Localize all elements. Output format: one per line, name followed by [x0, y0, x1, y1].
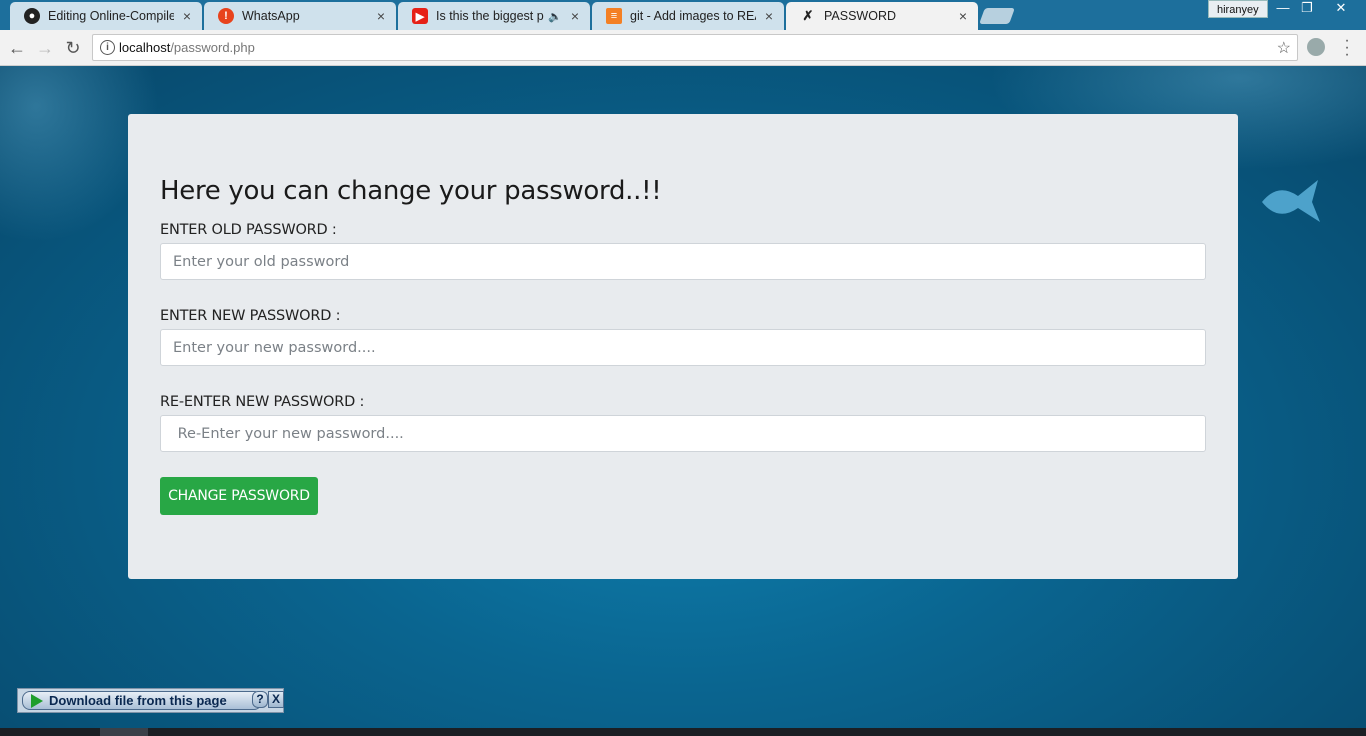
browser-toolbar: ← → ↻ i localhost/password.php ☆ · · ·: [0, 30, 1366, 66]
close-icon[interactable]: ×: [762, 8, 776, 24]
back-icon[interactable]: ←: [6, 37, 28, 59]
close-icon[interactable]: X: [268, 691, 284, 708]
password-card: Here you can change your password..!! EN…: [128, 114, 1238, 579]
taskbar: [0, 728, 1366, 736]
reload-icon[interactable]: ↻: [62, 37, 84, 59]
new-password-label: ENTER NEW PASSWORD :: [160, 308, 341, 324]
old-password-field[interactable]: [160, 243, 1206, 280]
tab-github[interactable]: ● Editing Online-Compiler/ ×: [10, 2, 202, 30]
extension-icon[interactable]: [1307, 38, 1325, 56]
tab-youtube[interactable]: ▶ Is this the biggest pro 🔈 ×: [398, 2, 590, 30]
close-icon[interactable]: ×: [568, 8, 582, 24]
download-bar: Download file from this page ? X: [17, 688, 284, 713]
info-icon[interactable]: i: [100, 40, 115, 55]
page-background: Here you can change your password..!! EN…: [0, 66, 1366, 728]
profile-button[interactable]: hiranyey: [1208, 0, 1268, 18]
speaker-icon[interactable]: 🔈: [548, 10, 562, 23]
change-password-button[interactable]: CHANGE PASSWORD: [160, 477, 318, 515]
youtube-icon: ▶: [412, 8, 428, 24]
tab-title: Editing Online-Compiler/: [48, 9, 174, 23]
whatsapp-icon: !: [218, 8, 234, 24]
tab-title: WhatsApp: [242, 9, 300, 23]
help-icon[interactable]: ?: [252, 691, 268, 708]
download-label: Download file from this page: [49, 693, 227, 708]
window-close-icon[interactable]: ✕: [1328, 0, 1354, 18]
tab-strip: ● Editing Online-Compiler/ × ! WhatsApp …: [0, 0, 1366, 30]
play-icon: [31, 694, 43, 708]
tab-title: Is this the biggest pro: [436, 9, 545, 23]
old-password-label: ENTER OLD PASSWORD :: [160, 222, 337, 238]
close-icon[interactable]: ×: [180, 8, 194, 24]
confirm-password-field[interactable]: [160, 415, 1206, 452]
page-title: Here you can change your password..!!: [160, 176, 662, 206]
new-tab-button[interactable]: [979, 8, 1015, 24]
minimize-icon[interactable]: —: [1270, 0, 1296, 18]
url-text[interactable]: localhost/password.php: [119, 40, 255, 55]
close-icon[interactable]: ×: [956, 8, 970, 24]
download-file-button[interactable]: Download file from this page: [22, 691, 262, 710]
close-icon[interactable]: ×: [374, 8, 388, 24]
github-icon: ●: [24, 8, 40, 24]
confirm-password-label: RE-ENTER NEW PASSWORD :: [160, 394, 365, 410]
bookmark-star-icon[interactable]: ☆: [1277, 38, 1291, 58]
menu-icon[interactable]: · · ·: [1340, 33, 1354, 63]
stackoverflow-icon: ≡: [606, 8, 622, 24]
taskbar-item[interactable]: [100, 728, 148, 736]
tab-password[interactable]: ✗ PASSWORD ×: [786, 2, 978, 30]
page-icon: ✗: [802, 8, 814, 23]
forward-icon[interactable]: →: [34, 37, 56, 59]
fish-decoration: [1262, 180, 1320, 222]
restore-icon[interactable]: ❐: [1294, 0, 1320, 18]
address-bar[interactable]: i localhost/password.php ☆: [92, 34, 1298, 61]
tab-whatsapp[interactable]: ! WhatsApp ×: [204, 2, 396, 30]
tab-title: PASSWORD: [824, 9, 896, 23]
new-password-field[interactable]: [160, 329, 1206, 366]
tab-stackoverflow[interactable]: ≡ git - Add images to READ ×: [592, 2, 784, 30]
tab-title: git - Add images to READ: [630, 9, 756, 23]
